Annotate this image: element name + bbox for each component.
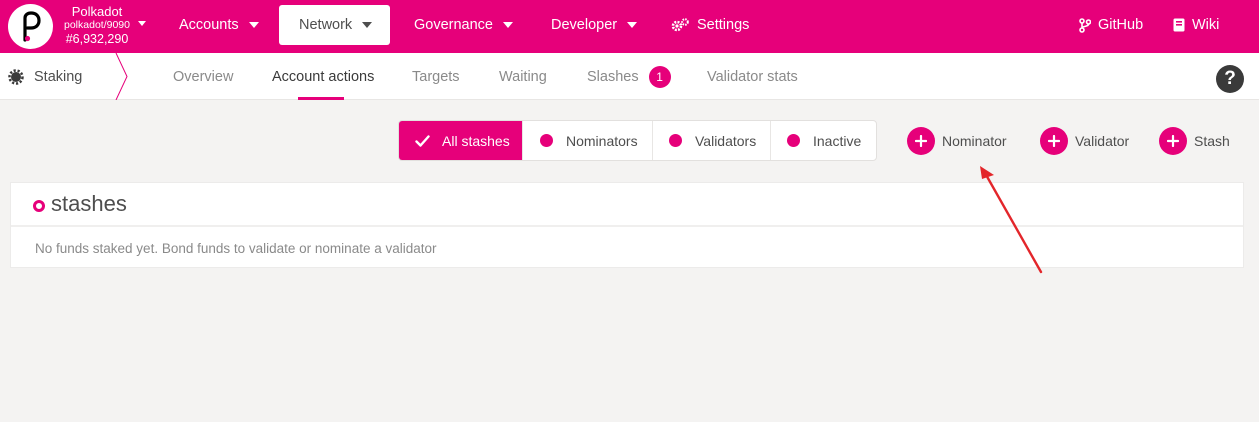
nav-network[interactable]: Network bbox=[279, 5, 390, 45]
caret-down-icon bbox=[362, 22, 373, 28]
filter-validators-label: Validators bbox=[695, 132, 757, 149]
add-validator-label: Validator bbox=[1075, 133, 1130, 149]
stashes-header: stashes bbox=[11, 183, 1243, 227]
circle-icon bbox=[540, 134, 553, 147]
chevron-down-icon[interactable] bbox=[138, 21, 146, 26]
tab-account-actions[interactable]: Account actions bbox=[272, 53, 374, 100]
nav-settings[interactable]: Settings bbox=[671, 5, 749, 45]
filter-inactive-label: Inactive bbox=[813, 132, 862, 149]
circle-icon bbox=[669, 134, 682, 147]
nav-developer[interactable]: Developer bbox=[551, 5, 638, 45]
staking-subnav: Staking Overview Account actions Targets… bbox=[0, 53, 1259, 100]
nav-developer-label: Developer bbox=[551, 17, 618, 33]
filter-nominators-label: Nominators bbox=[566, 132, 638, 149]
stashes-title: stashes bbox=[51, 191, 127, 216]
filter-inactive[interactable]: Inactive bbox=[770, 121, 876, 160]
slashes-count-badge: 1 bbox=[648, 65, 671, 88]
nav-github[interactable]: GitHub bbox=[1079, 5, 1143, 45]
nav-network-label: Network bbox=[299, 17, 353, 33]
code-branch-icon bbox=[1079, 17, 1091, 33]
add-stash-button[interactable]: Stash bbox=[1159, 126, 1230, 156]
plus-icon bbox=[1159, 127, 1187, 155]
stashes-panel: stashes No funds staked yet. Bond funds … bbox=[10, 182, 1244, 268]
question-circle-icon[interactable]: ? bbox=[1216, 65, 1244, 93]
chain-name: Polkadot bbox=[71, 4, 123, 19]
tab-targets-label: Targets bbox=[412, 68, 460, 85]
section-title: Staking bbox=[8, 53, 82, 100]
book-icon bbox=[1173, 18, 1185, 32]
tab-overview[interactable]: Overview bbox=[173, 53, 233, 100]
top-navbar: Polkadot polkadot/9090 #6,932,290 Accoun… bbox=[0, 0, 1259, 53]
stash-filter-group: All stashes Nominators Validators Inacti… bbox=[398, 120, 877, 161]
tab-waiting[interactable]: Waiting bbox=[499, 53, 547, 100]
tab-overview-label: Overview bbox=[173, 68, 234, 85]
nav-accounts[interactable]: Accounts bbox=[179, 5, 259, 45]
nav-governance[interactable]: Governance bbox=[414, 5, 513, 45]
caret-down-icon bbox=[248, 22, 259, 28]
tab-validator-stats[interactable]: Validator stats bbox=[707, 53, 798, 100]
filter-all-stashes[interactable]: All stashes bbox=[399, 121, 522, 160]
circle-icon bbox=[787, 134, 800, 147]
nav-github-label: GitHub bbox=[1098, 17, 1144, 33]
stashes-empty-message: No funds staked yet. Bond funds to valid… bbox=[35, 241, 437, 256]
plus-icon bbox=[1040, 127, 1068, 155]
gears-icon bbox=[671, 18, 689, 32]
chain-block-number: #6,932,290 bbox=[65, 31, 129, 46]
plus-icon bbox=[907, 127, 935, 155]
staking-gear-icon bbox=[8, 68, 24, 85]
add-nominator-button[interactable]: Nominator bbox=[907, 126, 1007, 156]
section-title-label: Staking bbox=[34, 68, 83, 85]
chain-selector[interactable]: Polkadot polkadot/9090 #6,932,290 bbox=[56, 4, 138, 46]
stashes-dot-icon bbox=[33, 200, 45, 212]
polkadot-logo-icon[interactable] bbox=[8, 4, 53, 49]
check-icon bbox=[415, 134, 430, 147]
nav-governance-label: Governance bbox=[414, 17, 493, 33]
nav-accounts-label: Accounts bbox=[179, 17, 239, 33]
tab-slashes[interactable]: Slashes 1 bbox=[587, 53, 671, 100]
chain-node: polkadot/9090 bbox=[64, 19, 130, 32]
nav-settings-label: Settings bbox=[697, 17, 750, 33]
breadcrumb-separator bbox=[115, 53, 128, 100]
filter-all-stashes-label: All stashes bbox=[442, 132, 510, 149]
add-stash-label: Stash bbox=[1194, 133, 1230, 149]
caret-down-icon bbox=[503, 22, 513, 28]
tab-slashes-label: Slashes bbox=[587, 68, 639, 85]
filter-nominators[interactable]: Nominators bbox=[522, 121, 652, 160]
tab-targets[interactable]: Targets bbox=[412, 53, 460, 100]
caret-down-icon bbox=[627, 22, 638, 28]
tab-account-actions-label: Account actions bbox=[272, 68, 375, 85]
add-nominator-label: Nominator bbox=[942, 133, 1007, 149]
tab-validator-stats-label: Validator stats bbox=[707, 68, 798, 85]
nav-wiki[interactable]: Wiki bbox=[1173, 5, 1219, 45]
nav-wiki-label: Wiki bbox=[1192, 17, 1220, 33]
active-tab-indicator bbox=[298, 97, 344, 100]
tab-waiting-label: Waiting bbox=[499, 68, 547, 85]
add-validator-button[interactable]: Validator bbox=[1040, 126, 1129, 156]
filter-validators[interactable]: Validators bbox=[652, 121, 770, 160]
